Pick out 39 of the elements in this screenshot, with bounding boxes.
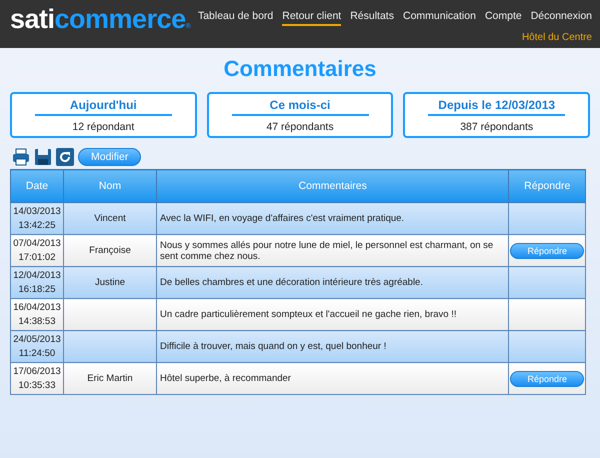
comment-cell: De belles chambres et une décoration intérieure très agréable. [156,266,509,298]
logo-text: commerce [54,3,186,36]
nav-link[interactable]: Retour client [282,10,342,26]
date-cell: 12/04/2013 16:18:25 [10,266,64,298]
nav-link[interactable]: Résultats [350,10,394,26]
comment-cell: Un cadre particulièrement sompteux et l'accueil ne gache rien, bravo !! [156,298,509,330]
page-title: Commentaires [222,56,378,82]
stat-title: Aujourd'hui [34,98,172,116]
column-header: Date [10,170,64,202]
date-cell: 24/05/2013 11:24:50 [10,330,64,362]
stat-value: 47 répondants [266,121,334,133]
date-cell: 16/04/2013 14:38:53 [10,298,64,330]
stat-title: Ce mois-ci [232,98,368,116]
stat-value: 12 répondant [72,121,134,133]
nav-link[interactable]: Communication [402,10,476,26]
comment-cell: Difficile à trouver, mais quand on y est, quel bonheur ! [156,330,509,362]
stat-title: Depuis le 12/03/2013 [428,98,566,116]
nav-link[interactable]: Tableau de bord [198,10,274,26]
stat-value: 387 répondants [460,121,534,133]
print-icon[interactable] [12,148,30,166]
date-cell: 14/03/2013 13:42:25 [10,202,64,234]
account-name: Hôtel du Centre [522,32,592,43]
date-cell: 17/06/2013 10:35:33 [10,362,64,394]
logo-text: sati [10,3,55,36]
column-header: Nom [64,170,156,202]
comment-cell: Nous y sommes allés pour notre lune de miel, le personnel est charmant, on se sent comme chez nous. [156,234,509,266]
column-header: Répondre [508,170,586,202]
save-icon[interactable] [34,148,52,166]
nav-link[interactable]: Compte [484,10,522,26]
date-cell: 07/04/2013 17:01:02 [10,234,64,266]
nav-link[interactable]: Déconnexion [530,10,592,26]
name-cell: Justine [64,266,156,298]
name-cell: Eric Martin [64,362,156,394]
column-header: Commentaires [156,170,509,202]
comment-cell: Avec la WIFI, en voyage d'affaires c'est vraiment pratique. [156,202,509,234]
name-cell: Vincent [64,202,156,234]
comment-cell: Hôtel superbe, à recommander [156,362,509,394]
name-cell: Françoise [64,234,156,266]
refresh-icon[interactable] [56,148,74,166]
